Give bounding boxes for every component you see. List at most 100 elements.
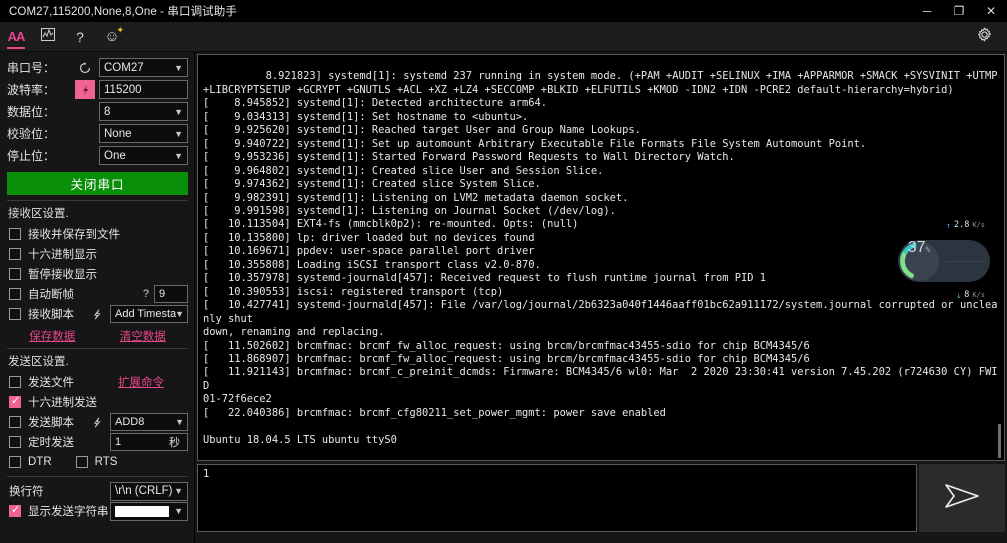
font-size-button[interactable]: AA (0, 22, 32, 52)
send-button[interactable] (919, 464, 1005, 532)
toggle-port-button[interactable]: 关闭串口 (7, 172, 188, 195)
title-bar: COM27,115200,None,8,One - 串口调试助手 ─ ❐ ✕ (0, 0, 1007, 22)
waveform-button[interactable] (32, 22, 64, 52)
send-file-tail: 扩展命令 (118, 374, 188, 390)
upload-rate-value: 2.8 (953, 220, 970, 231)
send-script-checkbox[interactable] (9, 416, 21, 428)
cpu-usage-value: 37 (907, 239, 926, 256)
recv-hex-display-row[interactable]: 十六进制显示 (7, 244, 188, 264)
newline-row: 换行符 \r\n (CRLF) ▼ (7, 481, 188, 501)
recv-script-edit-icon[interactable] (89, 309, 105, 320)
port-select[interactable]: COM27 ▼ (99, 58, 188, 77)
timed-send-checkbox[interactable] (9, 436, 21, 448)
feedback-button[interactable]: ☺ ✦ (96, 22, 128, 52)
auto-frame-row[interactable]: 自动断帧 ? 9 (7, 284, 188, 304)
divider (7, 348, 188, 349)
download-rate-row: ↓ 8 K/s (943, 288, 990, 303)
recv-script-row[interactable]: 接收脚本 Add Timesta ▼ (7, 304, 188, 324)
parity-select[interactable]: None ▼ (99, 124, 188, 143)
chevron-down-icon: ▼ (174, 150, 183, 161)
chevron-down-icon: ▼ (175, 417, 184, 427)
send-file-label: 发送文件 (28, 377, 74, 389)
baud-script-icon[interactable] (75, 80, 95, 99)
close-button[interactable]: ✕ (975, 0, 1007, 22)
baud-input[interactable]: 115200 (99, 80, 188, 99)
settings-sidebar: 串口号： COM27 ▼ 波特率： 115200 数据位： 8 ▼ 校验位： N… (0, 52, 195, 543)
save-data-link[interactable]: 保存数据 (29, 328, 75, 344)
show-send-string-row[interactable]: 显示发送字符串 ▼ (7, 501, 188, 521)
upload-rate-row: ↑ 2.8 K/s (943, 219, 990, 234)
download-rate-value: 8 (964, 290, 970, 301)
chevron-down-icon: ▼ (174, 486, 183, 496)
chevron-down-icon: ▼ (174, 128, 183, 139)
hex-send-row[interactable]: 十六进制发送 (7, 392, 188, 412)
databits-value: 8 (104, 105, 111, 118)
window-controls: ─ ❐ ✕ (911, 0, 1007, 22)
timed-send-unit: 秒 (169, 437, 180, 449)
recv-hex-display-checkbox[interactable] (9, 248, 21, 260)
download-arrow-icon: ↓ (956, 291, 962, 301)
auto-frame-help-icon[interactable]: ? (143, 288, 149, 300)
auto-frame-label: 自动断帧 (28, 289, 74, 301)
recv-save-to-file-label: 接收并保存到文件 (28, 229, 120, 241)
cpu-usage-ring: 37 % (899, 239, 939, 281)
databits-spacer (75, 102, 95, 121)
window-title: COM27,115200,None,8,One - 串口调试助手 (9, 6, 237, 18)
hex-send-checkbox[interactable] (9, 394, 21, 408)
newline-select[interactable]: \r\n (CRLF) ▼ (110, 481, 188, 501)
terminal-scrollbar[interactable] (998, 424, 1001, 458)
maximize-button[interactable]: ❐ (943, 0, 975, 22)
recv-save-to-file-row[interactable]: 接收并保存到文件 (7, 224, 188, 244)
timed-send-input[interactable]: 1 秒 (110, 433, 188, 451)
network-monitor-widget[interactable]: 37 % ↑ 2.8 K/s ↓ 8 K/s (898, 220, 990, 300)
clear-data-link[interactable]: 清空数据 (120, 328, 166, 344)
stopbits-label: 停止位： (7, 149, 56, 163)
upload-rate-unit: K/s (972, 221, 985, 230)
auto-frame-checkbox[interactable] (9, 288, 21, 300)
recv-pause-label: 暂停接收显示 (28, 269, 97, 281)
send-input[interactable]: 1 (197, 464, 917, 532)
stopbits-select[interactable]: One ▼ (99, 146, 188, 165)
main-panel: 8.921823] systemd[1]: systemd 237 runnin… (195, 52, 1007, 543)
auto-frame-input[interactable]: 9 (154, 285, 188, 303)
show-send-string-checkbox[interactable] (9, 503, 21, 517)
recv-save-to-file-checkbox[interactable] (9, 228, 21, 240)
send-script-edit-icon[interactable] (89, 417, 105, 428)
minimize-button[interactable]: ─ (911, 0, 943, 22)
parity-label: 校验位： (7, 127, 56, 141)
send-file-checkbox[interactable] (9, 376, 21, 388)
download-rate-unit: K/s (972, 291, 985, 300)
send-script-select[interactable]: ADD8 ▼ (110, 413, 188, 431)
parity-row: 校验位： None ▼ (7, 123, 188, 144)
timed-send-value: 1 (115, 436, 122, 448)
rts-checkbox[interactable] (75, 456, 88, 468)
send-string-color-select[interactable]: ▼ (110, 501, 188, 521)
settings-button[interactable] (969, 22, 999, 52)
extend-command-link[interactable]: 扩展命令 (118, 374, 164, 390)
send-file-row[interactable]: 发送文件 扩展命令 (7, 372, 188, 392)
recv-pause-row[interactable]: 暂停接收显示 (7, 264, 188, 284)
send-bar: 1 (197, 464, 1005, 532)
star-badge-icon: ✦ (116, 24, 124, 35)
dtr-checkbox[interactable] (9, 456, 21, 468)
show-send-string-tail: ▼ (110, 501, 188, 521)
dtr-label: DTR (28, 456, 52, 468)
recv-script-tail: Add Timesta ▼ (89, 305, 188, 323)
question-mark-icon: ? (76, 28, 84, 45)
timed-send-row[interactable]: 定时发送 1 秒 (7, 432, 188, 452)
refresh-ports-icon[interactable] (75, 58, 95, 77)
send-script-row[interactable]: 发送脚本 ADD8 ▼ (7, 412, 188, 432)
main-body: 串口号： COM27 ▼ 波特率： 115200 数据位： 8 ▼ 校验位： N… (0, 52, 1007, 543)
recv-script-checkbox[interactable] (9, 308, 21, 320)
recv-script-select[interactable]: Add Timesta ▼ (110, 305, 188, 323)
network-rates: ↑ 2.8 K/s ↓ 8 K/s (939, 192, 990, 331)
databits-row: 数据位： 8 ▼ (7, 101, 188, 122)
receive-terminal[interactable]: 8.921823] systemd[1]: systemd 237 runnin… (197, 54, 1005, 461)
recv-pause-checkbox[interactable] (9, 268, 21, 280)
rate-divider (945, 260, 985, 262)
help-button[interactable]: ? (64, 22, 96, 52)
databits-select[interactable]: 8 ▼ (99, 102, 188, 121)
upload-arrow-icon: ↑ (946, 221, 951, 231)
chevron-down-icon: ▼ (174, 62, 183, 73)
hex-send-label: 十六进制发送 (28, 397, 97, 409)
